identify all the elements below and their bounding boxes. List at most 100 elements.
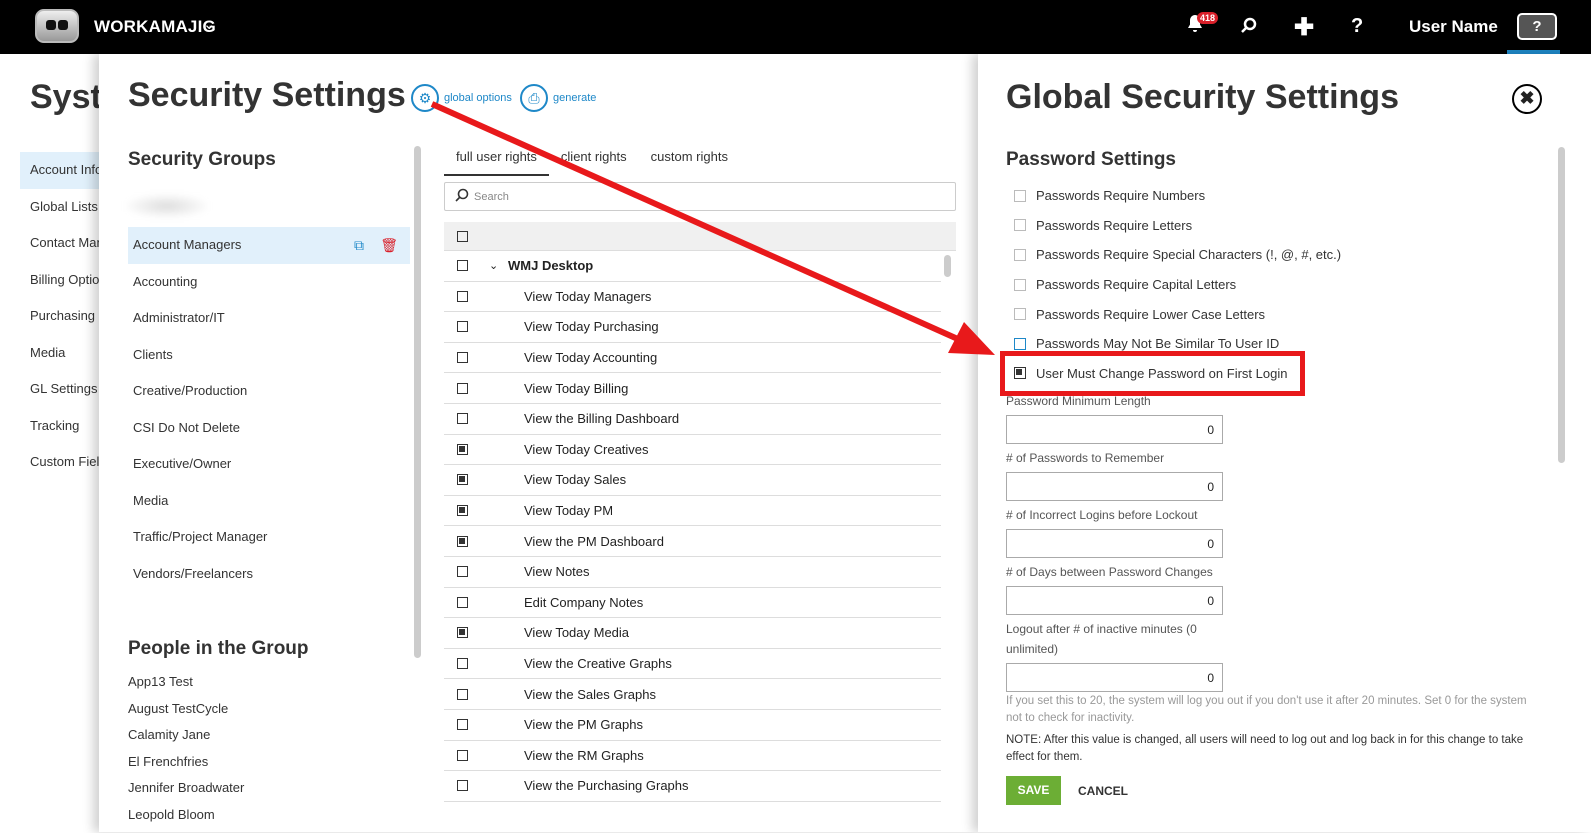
sidebar-item[interactable]: Media: [20, 335, 105, 372]
right-row[interactable]: View Today PM: [444, 496, 941, 527]
password-option-checkbox[interactable]: [1014, 308, 1026, 321]
trash-icon[interactable]: 🗑: [380, 227, 398, 263]
right-checkbox[interactable]: [457, 719, 468, 731]
right-checkbox[interactable]: [457, 688, 468, 700]
chevron-down-icon[interactable]: ⌄: [489, 259, 498, 272]
right-row[interactable]: View the Sales Graphs: [444, 679, 941, 710]
sidebar-item[interactable]: Global Lists: [20, 189, 105, 226]
tab-custom-rights[interactable]: custom rights: [639, 146, 740, 176]
group-item[interactable]: CSI Do Not Delete: [128, 410, 410, 447]
right-checkbox[interactable]: [457, 290, 468, 302]
user-name[interactable]: User Name: [1409, 17, 1498, 37]
password-option[interactable]: Passwords Require Lower Case Letters: [1014, 299, 1341, 329]
sidebar-item[interactable]: Billing Options: [20, 262, 105, 299]
group-item[interactable]: Administrator/IT: [128, 300, 410, 337]
chevron-down-icon[interactable]: ⌄: [203, 15, 216, 33]
right-row[interactable]: View Today Sales: [444, 465, 941, 496]
close-icon[interactable]: ✖: [1512, 84, 1542, 114]
right-checkbox[interactable]: [457, 780, 468, 792]
group-item[interactable]: Executive/Owner: [128, 446, 410, 483]
sidebar-item[interactable]: Account Info: [20, 152, 105, 189]
tab-client-rights[interactable]: client rights: [549, 146, 639, 176]
cancel-button[interactable]: CANCEL: [1078, 784, 1128, 798]
remember-field[interactable]: 0: [1006, 472, 1223, 501]
person-item[interactable]: August TestCycle: [128, 700, 244, 727]
right-row[interactable]: View Today Creatives: [444, 435, 941, 466]
right-checkbox[interactable]: [457, 566, 468, 578]
group-item[interactable]: Media: [128, 483, 410, 520]
right-checkbox[interactable]: [457, 596, 468, 608]
password-option[interactable]: Passwords Require Letters: [1014, 211, 1341, 241]
right-row[interactable]: View the Creative Graphs: [444, 649, 941, 680]
group-item[interactable]: Traffic/Project Manager: [128, 519, 410, 556]
select-all-checkbox[interactable]: [457, 231, 468, 242]
right-row[interactable]: View the Purchasing Graphs: [444, 771, 941, 802]
sidebar-item[interactable]: Tracking: [20, 408, 105, 445]
right-row[interactable]: View Today Accounting: [444, 343, 941, 374]
group-item[interactable]: Account Managers ⧉ 🗑: [128, 227, 410, 264]
copy-icon[interactable]: ⧉: [354, 227, 364, 263]
password-option[interactable]: Passwords Require Special Characters (!,…: [1014, 240, 1341, 270]
right-checkbox[interactable]: [457, 627, 468, 639]
groups-scrollbar[interactable]: [414, 146, 421, 658]
person-item[interactable]: App13 Test: [128, 673, 244, 700]
lockout-field[interactable]: 0: [1006, 529, 1223, 558]
sidebar-item[interactable]: Contact Man: [20, 225, 105, 262]
password-option[interactable]: Passwords Require Capital Letters: [1014, 270, 1341, 300]
global-options-button[interactable]: ⚙ global options: [411, 84, 512, 112]
search-icon[interactable]: [1240, 17, 1258, 41]
person-item[interactable]: Jennifer Broadwater: [128, 779, 244, 806]
right-checkbox[interactable]: [457, 749, 468, 761]
right-row[interactable]: View the PM Dashboard: [444, 526, 941, 557]
right-checkbox[interactable]: [457, 413, 468, 425]
group-item[interactable]: Creative/Production: [128, 373, 410, 410]
logout-field[interactable]: 0: [1006, 663, 1223, 692]
generate-button[interactable]: ⎙ generate: [520, 84, 596, 112]
password-option[interactable]: Passwords Require Numbers: [1014, 181, 1341, 211]
password-option-checkbox[interactable]: [1014, 219, 1026, 232]
right-row[interactable]: Edit Company Notes: [444, 588, 941, 619]
right-checkbox[interactable]: [457, 352, 468, 364]
right-checkbox[interactable]: [457, 443, 468, 455]
plus-icon[interactable]: ✚: [1294, 13, 1314, 42]
group-item[interactable]: Clients: [128, 337, 410, 374]
brand-name[interactable]: WORKAMAJIG: [94, 17, 216, 37]
tab-full-user-rights[interactable]: full user rights: [444, 146, 549, 176]
password-option-checkbox[interactable]: [1014, 189, 1026, 202]
rights-search-input[interactable]: Search: [444, 182, 956, 211]
password-option-checkbox[interactable]: [1014, 337, 1026, 350]
days-field[interactable]: 0: [1006, 586, 1223, 615]
right-checkbox[interactable]: [457, 321, 468, 333]
right-checkbox[interactable]: [457, 382, 468, 394]
right-row[interactable]: View Today Managers: [444, 282, 941, 313]
right-checkbox[interactable]: [457, 535, 468, 547]
group-item[interactable]: Vendors/Freelancers: [128, 556, 410, 593]
right-row[interactable]: View Today Purchasing: [444, 312, 941, 343]
rights-group-row[interactable]: ⌄ WMJ Desktop: [444, 251, 941, 282]
password-option-checkbox[interactable]: [1014, 278, 1026, 291]
sidebar-item[interactable]: Custom Field: [20, 444, 105, 481]
right-row[interactable]: View Today Billing: [444, 373, 941, 404]
sidebar-item[interactable]: Purchasing: [20, 298, 105, 335]
min-length-field[interactable]: 0: [1006, 415, 1223, 444]
right-row[interactable]: View the Billing Dashboard: [444, 404, 941, 435]
person-item[interactable]: Calamity Jane: [128, 726, 244, 753]
password-option-checkbox[interactable]: [1014, 248, 1026, 261]
app-logo-icon[interactable]: [35, 9, 79, 43]
right-row[interactable]: View the RM Graphs: [444, 741, 941, 772]
right-row[interactable]: View Today Media: [444, 618, 941, 649]
global-scrollbar[interactable]: [1558, 147, 1565, 463]
group-item[interactable]: Accounting: [128, 264, 410, 301]
sidebar-item[interactable]: GL Settings: [20, 371, 105, 408]
help-box-icon[interactable]: ?: [1517, 13, 1557, 40]
right-checkbox[interactable]: [457, 474, 468, 486]
rights-scrollbar[interactable]: [944, 255, 951, 277]
save-button[interactable]: SAVE: [1006, 776, 1061, 805]
right-row[interactable]: View the PM Graphs: [444, 710, 941, 741]
right-checkbox[interactable]: [457, 505, 468, 517]
question-icon[interactable]: ?: [1351, 15, 1363, 38]
group-checkbox[interactable]: [457, 260, 468, 272]
right-checkbox[interactable]: [457, 658, 468, 670]
person-item[interactable]: Leopold Bloom: [128, 806, 244, 833]
right-row[interactable]: View Notes: [444, 557, 941, 588]
